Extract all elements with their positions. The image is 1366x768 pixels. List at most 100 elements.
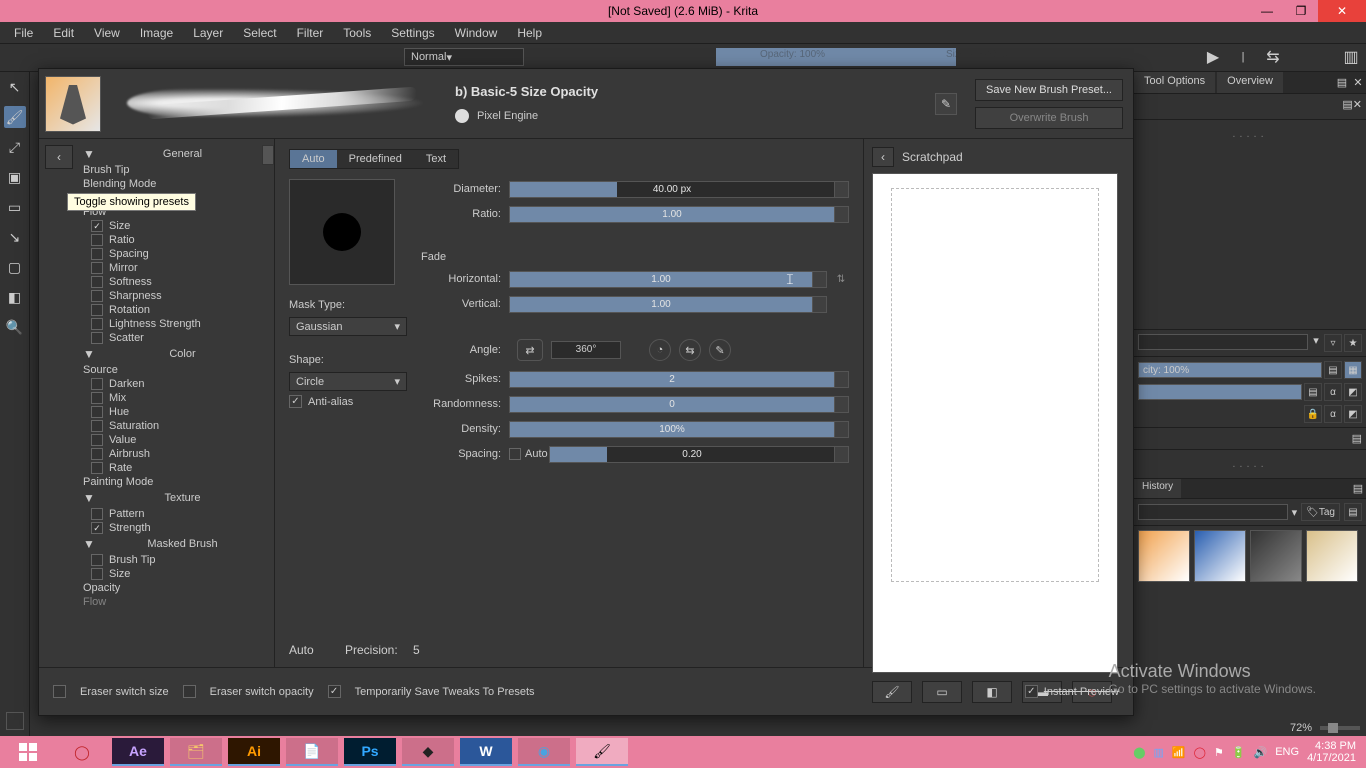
mirror-canvas-icon[interactable] — [6, 712, 24, 730]
instant-preview-check[interactable]: ✓ — [1025, 685, 1038, 698]
presets-back-button[interactable]: ‹ — [45, 145, 73, 169]
ratio-slider[interactable]: 1.00 — [509, 206, 835, 223]
tag-menu-icon[interactable]: ▤ — [1344, 503, 1362, 521]
angle-reset-icon[interactable]: ✎ — [709, 339, 731, 361]
tree-scrollbar[interactable] — [262, 145, 274, 165]
preset-thumb-3[interactable] — [1250, 530, 1302, 582]
align-icon[interactable]: ⇆ — [1262, 46, 1284, 68]
lock-icon[interactable]: 🔒 — [1304, 405, 1322, 423]
inkscape-icon[interactable]: ◆ — [402, 738, 454, 766]
scratchpad-back-button[interactable]: ‹ — [872, 147, 894, 167]
layer-opacity-slider[interactable]: city: 100% — [1138, 362, 1322, 378]
layer-row[interactable] — [1138, 384, 1302, 400]
scratchpad-brush-icon[interactable]: 🖌 — [872, 681, 912, 703]
preset-combo[interactable] — [1138, 334, 1308, 350]
tray-clock[interactable]: 4:38 PM 4/17/2021 — [1307, 740, 1356, 764]
docker-close-icon-2[interactable]: ✕ — [1353, 98, 1362, 115]
scratchpad-gradient-icon[interactable]: ◧ — [972, 681, 1012, 703]
docker-menu-icon[interactable]: ▤ — [1334, 72, 1350, 93]
zoom-slider[interactable] — [1320, 726, 1360, 730]
tray-shield-icon[interactable]: ⬤ — [1133, 746, 1145, 759]
steam-icon[interactable]: ◉ — [518, 738, 570, 766]
tree-blending-mode[interactable]: Blending Mode — [79, 177, 274, 191]
document-icon[interactable]: 📄 — [286, 738, 338, 766]
fill-tool-icon[interactable]: ▭ — [4, 196, 26, 218]
tree-airbrush[interactable]: Airbrush — [79, 447, 274, 461]
blend-mode-combo[interactable]: Normal▾ — [404, 48, 524, 66]
tab-text[interactable]: Text — [414, 150, 458, 168]
tree-mix[interactable]: Mix — [79, 391, 274, 405]
tray-monitor-icon[interactable]: ▥ — [1154, 746, 1164, 759]
tree-spacing[interactable]: Spacing — [79, 247, 274, 261]
tray-action-icon[interactable]: ⚑ — [1214, 746, 1224, 759]
precision-auto-check[interactable]: Auto — [289, 643, 337, 657]
tree-brush-tip[interactable]: Brush Tip — [79, 163, 274, 177]
tree-saturation[interactable]: Saturation — [79, 419, 274, 433]
rename-icon[interactable]: ✎ — [935, 93, 957, 115]
overwrite-brush-button[interactable]: Overwrite Brush — [975, 107, 1123, 129]
menu-file[interactable]: File — [6, 24, 41, 42]
menu-select[interactable]: Select — [235, 24, 284, 42]
scratchpad-canvas[interactable] — [872, 173, 1118, 673]
density-slider[interactable]: 100% — [509, 421, 835, 438]
spacing-spinner[interactable] — [835, 446, 849, 463]
transform-tool-icon[interactable]: ⤢ — [4, 136, 26, 158]
ratio-spinner[interactable] — [835, 206, 849, 223]
docker-menu-icon-2[interactable]: ▤ — [1342, 98, 1352, 115]
tree-source[interactable]: Source — [79, 363, 274, 377]
tree-value[interactable]: Value — [79, 433, 274, 447]
menu-view[interactable]: View — [86, 24, 128, 42]
tree-masked-opacity[interactable]: Opacity — [79, 581, 274, 595]
tree-rate[interactable]: Rate — [79, 461, 274, 475]
spikes-spinner[interactable] — [835, 371, 849, 388]
tree-mirror[interactable]: Mirror — [79, 261, 274, 275]
eraser-opacity-check[interactable] — [183, 685, 196, 698]
tree-masked-brushtip[interactable]: Brush Tip — [79, 553, 274, 567]
tray-volume-icon[interactable]: 🔊 — [1254, 746, 1268, 759]
layer-menu-icon[interactable]: ▤ — [1352, 432, 1362, 445]
precision-slider[interactable]: 5 — [413, 643, 841, 657]
tree-hue[interactable]: Hue — [79, 405, 274, 419]
brush-tool-icon[interactable]: 🖌 — [4, 106, 26, 128]
tab-auto[interactable]: Auto — [290, 150, 337, 168]
filter-icon[interactable]: ▿ — [1324, 334, 1342, 352]
layer-alpha2-icon[interactable]: α — [1324, 405, 1342, 423]
angle-flip-icon[interactable]: ⇄ — [517, 339, 543, 361]
tab-history[interactable]: History — [1134, 479, 1181, 498]
illustrator-icon[interactable]: Ai — [228, 738, 280, 766]
close-button[interactable]: ✕ — [1318, 0, 1366, 22]
tree-painting-mode[interactable]: Painting Mode — [79, 475, 274, 489]
tag-button[interactable]: 🏷 Tag — [1301, 503, 1340, 521]
preset-thumb-1[interactable] — [1138, 530, 1190, 582]
tree-ratio[interactable]: Ratio — [79, 233, 274, 247]
docker-close-icon[interactable]: ✕ — [1350, 72, 1366, 93]
word-icon[interactable]: W — [460, 738, 512, 766]
diameter-slider[interactable]: 40.00 px — [509, 181, 835, 198]
tree-lightness[interactable]: Lightness Strength — [79, 317, 274, 331]
select-rect-tool-icon[interactable]: ▢ — [4, 256, 26, 278]
move-tool-icon[interactable]: ↖ — [4, 76, 26, 98]
options-tree[interactable]: ▼General Brush Tip Blending Mode Opacity… — [79, 139, 274, 667]
tray-battery-icon[interactable]: 🔋 — [1232, 746, 1246, 759]
tray-lang[interactable]: ENG — [1275, 746, 1299, 758]
menu-help[interactable]: Help — [509, 24, 550, 42]
menu-image[interactable]: Image — [132, 24, 181, 42]
krita-icon[interactable]: 🖌 — [576, 738, 628, 766]
angle-input[interactable]: 360° — [551, 341, 621, 359]
tray-wifi-icon[interactable]: 📶 — [1172, 746, 1186, 759]
opacity-reset-icon[interactable]: ▤ — [1324, 361, 1342, 379]
spacing-auto-check[interactable]: Auto — [509, 448, 549, 460]
menu-edit[interactable]: Edit — [45, 24, 82, 42]
maximize-button[interactable]: ❐ — [1284, 0, 1318, 22]
tray-opera-icon[interactable]: ◯ — [1194, 746, 1206, 759]
tab-overview[interactable]: Overview — [1217, 72, 1283, 93]
layer-extra2-icon[interactable]: ◩ — [1344, 405, 1362, 423]
tree-rotation[interactable]: Rotation — [79, 303, 274, 317]
tree-sharpness[interactable]: Sharpness — [79, 289, 274, 303]
menu-tools[interactable]: Tools — [335, 24, 379, 42]
eraser-size-check[interactable] — [53, 685, 66, 698]
tree-masked-flow[interactable]: Flow — [79, 595, 274, 609]
menu-layer[interactable]: Layer — [185, 24, 231, 42]
crop-tool-icon[interactable]: ▣ — [4, 166, 26, 188]
save-new-preset-button[interactable]: Save New Brush Preset... — [975, 79, 1123, 101]
